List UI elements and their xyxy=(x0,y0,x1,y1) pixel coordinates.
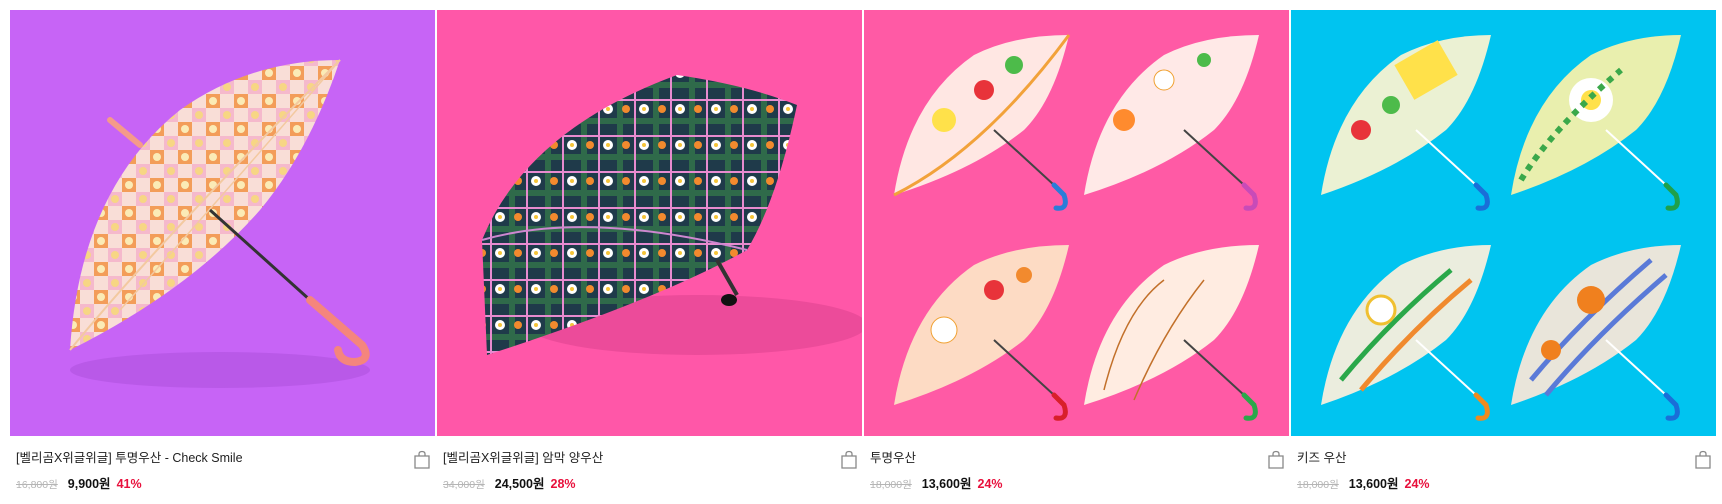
sale-price: 13,600원 xyxy=(921,477,972,491)
add-to-cart-button[interactable] xyxy=(1694,450,1712,470)
discount-rate: 41% xyxy=(116,477,142,491)
sale-price: 24,500원 xyxy=(494,477,545,491)
umbrella-icon xyxy=(1321,35,1681,421)
add-to-cart-button[interactable] xyxy=(1267,450,1285,470)
original-price: 34,000원 xyxy=(443,479,485,491)
product-card[interactable]: [벨리곰X위글위글] 투명우산 - Check Smile 16,800원 9,… xyxy=(10,10,435,504)
product-image[interactable] xyxy=(864,10,1289,436)
product-image[interactable] xyxy=(10,10,435,436)
product-name[interactable]: [벨리곰X위글위글] 암막 양우산 xyxy=(443,450,856,466)
product-name[interactable]: 투명우산 xyxy=(870,450,1283,466)
shopping-bag-icon xyxy=(841,450,857,469)
umbrella-icon xyxy=(893,34,1259,421)
shopping-bag-icon xyxy=(1695,450,1711,469)
product-card[interactable]: [벨리곰X위글위글] 암막 양우산 34,000원 24,500원 28% xyxy=(437,10,862,504)
shopping-bag-icon xyxy=(1268,450,1284,469)
product-name[interactable]: 키즈 우산 xyxy=(1297,450,1710,466)
original-price: 18,000원 xyxy=(870,479,912,491)
umbrella-icon xyxy=(481,75,862,355)
discount-rate: 24% xyxy=(1404,477,1430,491)
product-image[interactable] xyxy=(1291,10,1716,436)
product-grid: [벨리곰X위글위글] 투명우산 - Check Smile 16,800원 9,… xyxy=(10,10,1716,504)
product-card[interactable]: 투명우산 18,000원 13,600원 24% xyxy=(864,10,1289,504)
add-to-cart-button[interactable] xyxy=(840,450,858,470)
product-image[interactable] xyxy=(437,10,862,436)
sale-price: 13,600원 xyxy=(1348,477,1399,491)
product-name[interactable]: [벨리곰X위글위글] 투명우산 - Check Smile xyxy=(16,450,429,466)
sale-price: 9,900원 xyxy=(67,477,111,491)
original-price: 16,800원 xyxy=(16,479,58,491)
discount-rate: 28% xyxy=(550,477,576,491)
discount-rate: 24% xyxy=(977,477,1003,491)
add-to-cart-button[interactable] xyxy=(413,450,431,470)
umbrella-icon xyxy=(69,59,370,388)
shopping-bag-icon xyxy=(414,450,430,469)
product-card[interactable]: 키즈 우산 18,000원 13,600원 24% xyxy=(1291,10,1716,504)
original-price: 18,000원 xyxy=(1297,479,1339,491)
